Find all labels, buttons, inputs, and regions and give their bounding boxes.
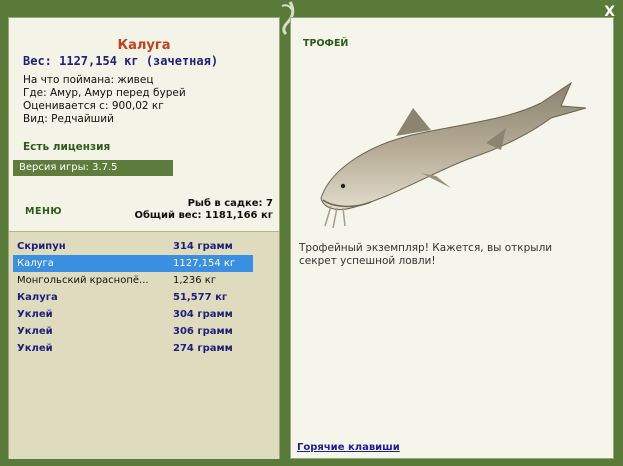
location-info: Где: Амур, Амур перед бурей bbox=[23, 87, 186, 99]
catch-panel: Калуга Вес: 1127,154 кг (зачетная) На чт… bbox=[8, 17, 280, 459]
fish-list-row[interactable]: Монгольский краснопё... 1,236 кг bbox=[13, 272, 253, 289]
menu-button[interactable]: МЕНЮ bbox=[25, 206, 62, 217]
fish-title: Калуга bbox=[117, 38, 171, 53]
fish-row-name: Калуга bbox=[17, 258, 54, 269]
fish-row-weight: 1127,154 кг bbox=[173, 258, 236, 269]
fish-row-name: Калуга bbox=[17, 292, 58, 303]
fish-list-row[interactable]: Калуга 51,577 кг bbox=[13, 289, 253, 306]
fish-row-weight: 304 грамм bbox=[173, 309, 233, 320]
fish-list-row[interactable]: Скрипун 314 грамм bbox=[13, 238, 253, 255]
fish-row-name: Монгольский краснопё... bbox=[17, 275, 149, 286]
fish-list-row[interactable]: Уклей 274 грамм bbox=[13, 340, 253, 357]
fish-row-name: Уклей bbox=[17, 326, 53, 337]
fish-list-row[interactable]: Уклей 306 грамм bbox=[13, 323, 253, 340]
fish-row-weight: 306 грамм bbox=[173, 326, 233, 337]
keepnet-total: Общий вес: 1181,166 кг bbox=[134, 210, 273, 221]
fish-list-row[interactable]: Уклей 304 грамм bbox=[13, 306, 253, 323]
bait-info: На что поймана: живец bbox=[23, 74, 154, 86]
hotkeys-link[interactable]: Горячие клавиши bbox=[297, 442, 400, 453]
fish-weight: Вес: 1127,154 кг (зачетная) bbox=[23, 54, 219, 68]
fish-list: Скрипун 314 грамм Калуга 1127,154 кг Монголь… bbox=[13, 238, 253, 357]
keepnet-count: Рыб в садке: 7 bbox=[187, 198, 273, 209]
fish-row-weight: 1,236 кг bbox=[173, 275, 217, 286]
fish-row-weight: 51,577 кг bbox=[173, 292, 228, 303]
trophy-description: Трофейный экземпляр! Кажется, вы открыли… bbox=[299, 242, 553, 267]
fish-row-name: Уклей bbox=[17, 309, 53, 320]
fish-list-row[interactable]: Калуга 1127,154 кг bbox=[13, 255, 253, 272]
trophy-panel: ТРОФЕЙ Трофейный экземпляр! Кажется, вы … bbox=[290, 17, 614, 459]
value-info: Оценивается с: 900,02 кг bbox=[23, 100, 164, 112]
license-label: Есть лицензия bbox=[23, 141, 111, 153]
version-bar: Версия игры: 3.7.5 bbox=[13, 160, 173, 176]
fish-row-name: Скрипун bbox=[17, 241, 66, 252]
fish-row-name: Уклей bbox=[17, 343, 53, 354]
fish-row-weight: 274 грамм bbox=[173, 343, 233, 354]
game-window: X Калуга Вес: 1127,154 кг (зачетная) На … bbox=[0, 0, 623, 466]
fish-image bbox=[320, 81, 587, 228]
type-info: Вид: Редчайший bbox=[23, 113, 114, 125]
fish-row-weight: 314 грамм bbox=[173, 241, 233, 252]
